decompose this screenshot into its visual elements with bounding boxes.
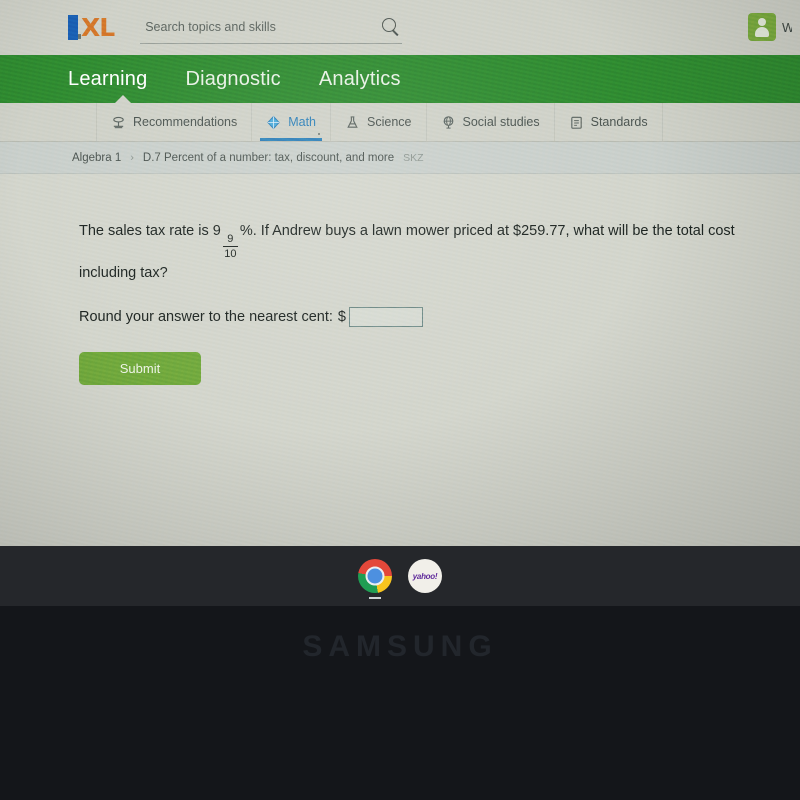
chrome-icon[interactable]	[358, 559, 392, 599]
yahoo-icon[interactable]: yahoo!	[408, 559, 442, 593]
fraction-numerator: 9	[227, 233, 234, 245]
tab-standards[interactable]: Standards	[555, 103, 663, 141]
tab-label: Math	[288, 115, 317, 129]
account-area[interactable]: W	[748, 13, 792, 41]
fraction-denominator: 10	[224, 248, 237, 260]
tab-label: Recommendations	[133, 115, 238, 129]
tab-dot-marker	[318, 133, 321, 135]
subject-tab-bar: Recommendations Math Science Social stud…	[0, 103, 800, 142]
answer-instruction: Round your answer to the nearest cent:	[79, 309, 333, 325]
nav-item-diagnostic[interactable]: Diagnostic	[185, 68, 280, 91]
nav-item-analytics[interactable]: Analytics	[319, 68, 401, 91]
mixed-fraction: 9 10	[222, 233, 238, 260]
tab-label: Standards	[590, 115, 648, 129]
os-taskbar: yahoo!	[0, 546, 800, 606]
submit-button[interactable]: Submit	[79, 352, 201, 385]
breadcrumb-course[interactable]: Algebra 1	[72, 152, 121, 164]
answer-input[interactable]	[348, 307, 423, 327]
recommendations-icon	[111, 115, 126, 130]
breadcrumb-separator-icon: ›	[130, 151, 134, 164]
breadcrumb-skill-code: SKZ	[403, 151, 424, 164]
primary-nav: Learning Diagnostic Analytics	[0, 55, 800, 104]
text-cursor	[78, 34, 81, 39]
logo-i-block	[68, 15, 78, 40]
nav-item-learning[interactable]: Learning	[68, 68, 147, 91]
user-avatar-icon[interactable]	[748, 13, 776, 41]
globe-icon	[441, 115, 456, 130]
logo-xl-text: XL	[81, 13, 115, 42]
currency-symbol: $	[337, 309, 346, 325]
tab-social-studies[interactable]: Social studies	[427, 103, 555, 141]
chrome-running-indicator	[369, 597, 381, 599]
yahoo-label: yahoo!	[412, 571, 438, 581]
ixl-logo[interactable]: XL	[68, 13, 115, 42]
math-icon	[266, 115, 281, 130]
tab-label: Social studies	[462, 115, 540, 129]
tab-recommendations[interactable]: Recommendations	[96, 103, 253, 141]
question-area: The sales tax rate is 9 9 10%. If Andrew b…	[0, 174, 800, 546]
breadcrumb-skill: D.7 Percent of a number: tax, discount, …	[142, 151, 395, 164]
science-flask-icon	[345, 115, 360, 130]
browser-viewport: XL Search topics and skills W Learning D…	[0, 0, 800, 546]
question-text: The sales tax rate is 9 9 10%. If Andrew b…	[79, 218, 749, 286]
device-brand-watermark: SAMSUNG	[302, 630, 498, 663]
search-icon[interactable]	[382, 17, 397, 32]
fraction-bar	[222, 246, 238, 247]
search-input[interactable]: Search topics and skills	[140, 20, 276, 34]
clipboard-icon	[569, 115, 584, 130]
breadcrumb: Algebra 1 › D.7 Percent of a number: tax…	[0, 142, 800, 174]
tab-math[interactable]: Math	[252, 103, 332, 141]
answer-row: Round your answer to the nearest cent: $	[79, 307, 800, 327]
question-part-1: The sales tax rate is 9	[79, 223, 221, 239]
photo-of-laptop-screen: SAMSUNG XL Search topics and skills W Le…	[0, 0, 800, 800]
account-name: W	[782, 19, 792, 35]
tab-label: Science	[367, 115, 412, 129]
tab-science[interactable]: Science	[331, 103, 427, 141]
search-bar[interactable]: Search topics and skills	[140, 12, 403, 44]
site-header: XL Search topics and skills W	[0, 0, 800, 55]
